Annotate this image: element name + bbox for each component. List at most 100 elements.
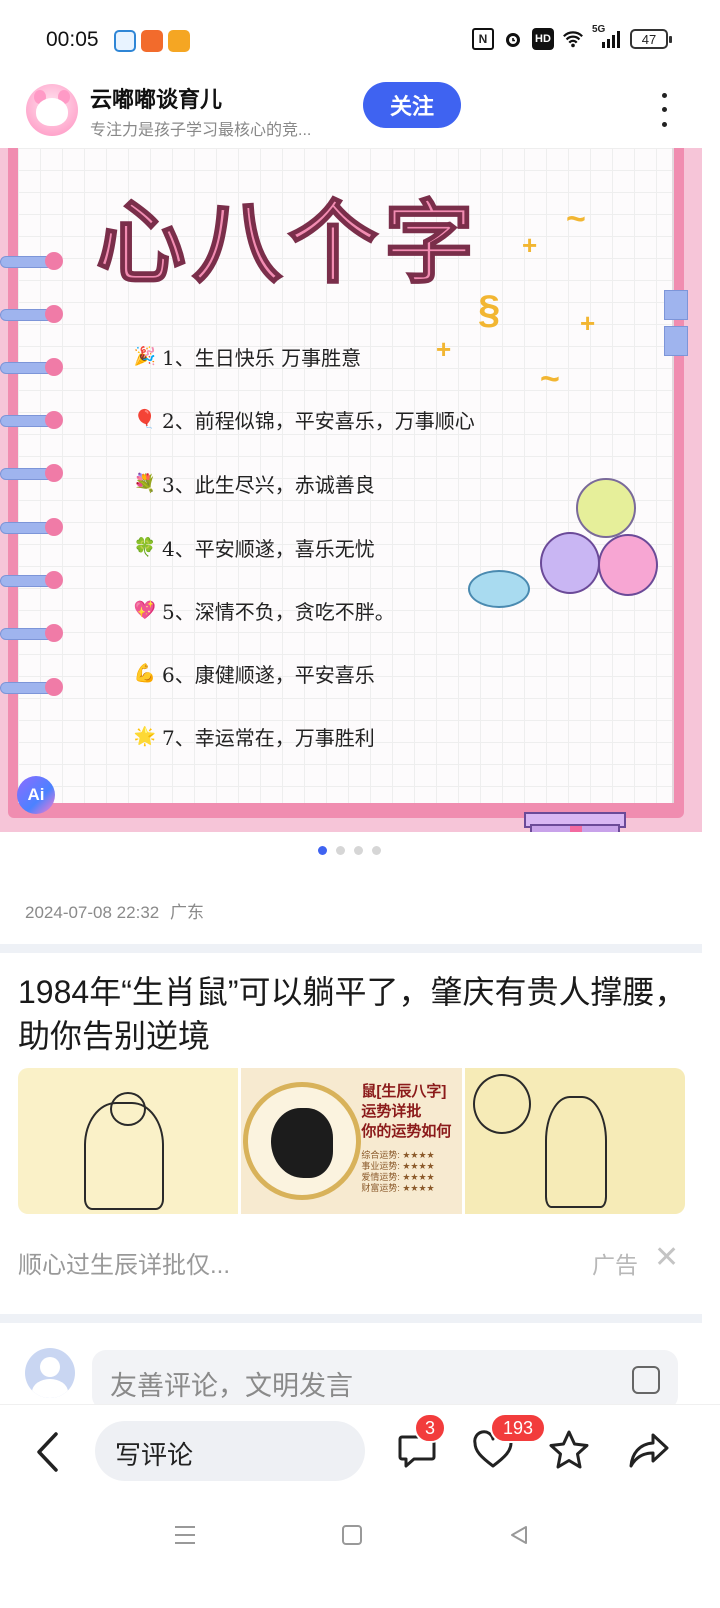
ad-image-line1: 运势详批 bbox=[361, 1103, 422, 1120]
menu-icon[interactable] bbox=[170, 1520, 200, 1550]
user-avatar bbox=[25, 1348, 75, 1398]
bouquet-icon: 💐 bbox=[133, 473, 157, 494]
author-name[interactable]: 云嘟嘟谈育儿 bbox=[90, 82, 222, 114]
carousel-dot bbox=[336, 846, 345, 855]
ad-image-3[interactable] bbox=[464, 1068, 685, 1214]
hd-icon: HD bbox=[532, 28, 554, 50]
clover-icon: 🍀 bbox=[133, 537, 157, 558]
post-datetime: 2024-07-08 22:32 bbox=[25, 903, 160, 922]
heart-icon: 💖 bbox=[133, 600, 157, 621]
avatar-face bbox=[36, 98, 68, 126]
app-notification-icon-3 bbox=[168, 30, 190, 52]
wish-text: 2、前程似锦，平安喜乐，万事顺心 bbox=[162, 409, 475, 433]
spiral-ring bbox=[0, 252, 63, 270]
post-location: 广东 bbox=[169, 903, 204, 922]
swirl-icon: ~ bbox=[566, 200, 586, 238]
wish-text: 6、康健顺遂，平安喜乐 bbox=[162, 663, 375, 687]
ad-image-2[interactable]: 鼠[生辰八字] 运势详批 你的运势如何 综合运势: ★★★★ 事业运势: ★★★… bbox=[241, 1068, 462, 1214]
wifi-icon bbox=[562, 28, 584, 50]
battery-level: 47 bbox=[641, 31, 657, 47]
comment-input[interactable]: 友善评论，文明发言 bbox=[92, 1350, 678, 1410]
signal-icon: 5G bbox=[592, 24, 622, 50]
section-divider bbox=[0, 1314, 702, 1323]
wish-text: 4、平安顺遂，喜乐无忧 bbox=[162, 537, 375, 561]
ad-source[interactable]: 顺心过生辰详批仅... bbox=[18, 1245, 230, 1280]
notebook-tab bbox=[664, 290, 688, 320]
wish-item: 🎉 1、生日快乐 万事胜意 bbox=[134, 342, 361, 371]
write-comment-button[interactable]: 写评论 bbox=[95, 1421, 365, 1481]
sparkle-icon: + bbox=[522, 230, 538, 260]
wish-text: 1、生日快乐 万事胜意 bbox=[162, 346, 362, 370]
wish-item: 🌟 7、幸运常在，万事胜利 bbox=[134, 722, 375, 751]
swirl-icon: ~ bbox=[540, 360, 560, 398]
alarm-icon bbox=[502, 28, 524, 50]
spiral-ring bbox=[0, 624, 63, 642]
balloon-bunny-pink bbox=[598, 534, 658, 596]
system-navigation-bar bbox=[0, 1500, 720, 1608]
carousel-dot-active bbox=[318, 846, 327, 855]
star-icon: 🌟 bbox=[133, 726, 157, 747]
wish-text: 3、此生尽兴，赤诚善良 bbox=[162, 473, 375, 497]
ad-image-line2: 你的运势如何 bbox=[361, 1123, 452, 1140]
spiral-ring bbox=[0, 518, 63, 536]
like-count-badge: 193 bbox=[490, 1413, 546, 1443]
spiral-ring bbox=[0, 571, 63, 589]
post-meta: 2024-07-08 22:32 广东 bbox=[25, 898, 204, 923]
wish-text: 7、幸运常在，万事胜利 bbox=[162, 726, 375, 750]
status-icons: N HD 5G 47 bbox=[472, 24, 672, 50]
post-image-carousel[interactable]: 心八个字 🎉 1、生日快乐 万事胜意 🎈 2、前程似锦，平安喜乐，万事顺心 💐 3、此… bbox=[0, 148, 702, 832]
home-icon[interactable] bbox=[337, 1520, 367, 1550]
back-icon[interactable] bbox=[30, 1431, 64, 1473]
battery-icon: 47 bbox=[630, 29, 672, 49]
ad-close-icon[interactable]: ✕ bbox=[654, 1240, 679, 1275]
ad-label: 广告 bbox=[592, 1252, 638, 1278]
author-description: 专注力是孩子学习最核心的竞... bbox=[90, 122, 312, 139]
author-avatar[interactable] bbox=[26, 84, 78, 136]
ad-title[interactable]: 1984年“生肖鼠”可以躺平了，肇庆有贵人撑腰，助你告别逆境 bbox=[18, 970, 688, 1058]
favorite-star-icon[interactable] bbox=[546, 1427, 592, 1473]
follow-button[interactable]: 关注 bbox=[363, 82, 461, 128]
carousel-dot bbox=[372, 846, 381, 855]
write-comment-label: 写评论 bbox=[115, 1440, 194, 1470]
hero-title: 心八个字 bbox=[95, 189, 480, 297]
spiral-ring bbox=[0, 358, 63, 376]
rat-silhouette bbox=[271, 1108, 334, 1178]
cloud-shape bbox=[468, 570, 530, 608]
wish-item: 🎈 2、前程似锦，平安喜乐，万事顺心 bbox=[134, 405, 475, 434]
more-options-icon[interactable] bbox=[652, 88, 676, 132]
sparkle-icon: + bbox=[580, 308, 596, 338]
ad-image-title: 鼠[生辰八字] bbox=[361, 1083, 447, 1100]
wish-text: 5、深情不负，贪吃不胖。 bbox=[162, 600, 395, 624]
app-notification-icon-2 bbox=[141, 30, 163, 52]
balloon-bunny-purple bbox=[540, 532, 600, 594]
ai-badge[interactable]: Ai bbox=[17, 776, 55, 814]
sparkle-icon: + bbox=[436, 334, 452, 364]
comment-count-badge: 3 bbox=[414, 1413, 446, 1443]
post-header: 云嘟嘟谈育儿 专注力是孩子学习最核心的竞... 关注 bbox=[0, 80, 720, 150]
ad-image-text: 鼠[生辰八字] 运势详批 你的运势如何 bbox=[361, 1082, 451, 1142]
section-divider bbox=[0, 944, 702, 953]
sketch-figure bbox=[544, 1096, 607, 1208]
sketch-tree bbox=[472, 1074, 531, 1134]
notebook-tab bbox=[664, 326, 688, 356]
wish-item: 🍀 4、平安顺遂，喜乐无忧 bbox=[134, 533, 375, 562]
system-back-icon[interactable] bbox=[504, 1520, 534, 1550]
wish-item: 💪 6、康健顺遂，平安喜乐 bbox=[134, 659, 375, 688]
spiral-ring bbox=[0, 411, 63, 429]
carousel-dot bbox=[354, 846, 363, 855]
ad-image-1[interactable] bbox=[18, 1068, 239, 1214]
share-icon[interactable] bbox=[626, 1427, 672, 1473]
swirl-icon: § bbox=[478, 288, 501, 332]
image-picker-icon[interactable] bbox=[632, 1366, 660, 1394]
sketch-head bbox=[110, 1092, 146, 1126]
nfc-icon: N bbox=[472, 28, 494, 50]
network-type: 5G bbox=[592, 24, 606, 35]
ad-image-row[interactable]: 鼠[生辰八字] 运势详批 你的运势如何 综合运势: ★★★★ 事业运势: ★★★… bbox=[18, 1068, 685, 1214]
status-time: 00:05 bbox=[46, 28, 99, 51]
comment-placeholder: 友善评论，文明发言 bbox=[110, 1371, 353, 1401]
spiral-ring bbox=[0, 305, 63, 323]
ad-image-fortune-list: 综合运势: ★★★★ 事业运势: ★★★★ 爱情运势: ★★★★ 财富运势: ★… bbox=[361, 1150, 435, 1193]
gift-box bbox=[530, 824, 620, 832]
wish-item: 💐 3、此生尽兴，赤诚善良 bbox=[134, 469, 375, 498]
spiral-ring bbox=[0, 678, 63, 696]
